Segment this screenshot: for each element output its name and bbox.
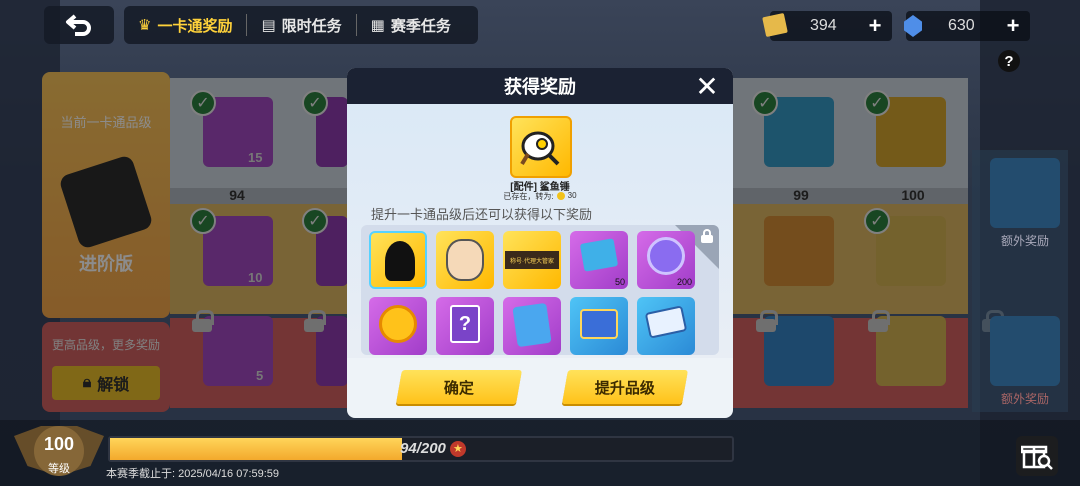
coin-icon — [556, 192, 565, 200]
gem-box-icon — [580, 309, 618, 339]
unlock-button[interactable]: 🔒︎ 解锁 — [52, 366, 160, 400]
stick-figure-icon — [385, 241, 415, 281]
featured-reward[interactable] — [510, 116, 572, 178]
reward-modal: 获得奖励 ✕ [配件] 鲨鱼锤 已存在，转为: 30 提升一卡通品级后还可以获得… — [347, 68, 733, 418]
reward-item[interactable]: ? — [436, 297, 494, 355]
extra-reward-card[interactable] — [990, 158, 1060, 228]
lock-icon — [192, 310, 214, 332]
tier-name: 进阶版 — [79, 254, 133, 274]
xp-progress-fill — [110, 438, 403, 460]
reward-count: 15 — [248, 150, 263, 165]
mystery-card-icon: ? — [450, 305, 480, 343]
level-label: 等级 — [48, 463, 70, 475]
level-number: 100 — [901, 187, 925, 203]
reward-count: 5 — [256, 368, 264, 383]
ticket-icon — [762, 12, 788, 38]
lock-icon — [701, 229, 713, 243]
gift-search-icon — [1021, 445, 1053, 470]
add-ticket-button[interactable]: + — [862, 13, 888, 39]
modal-header: 获得奖励 — [347, 68, 733, 104]
xp-text: 94/200 ★ — [400, 440, 466, 457]
trophy-icon: ♛ — [138, 17, 152, 34]
reward-grid: 称号·代理大管家 50 200 ? — [361, 225, 719, 355]
diamond-currency: 630 + — [904, 11, 1030, 41]
upgrade-tier-button[interactable]: 提升品级 — [562, 370, 688, 404]
lightning-card-icon — [579, 238, 619, 272]
reward-item[interactable] — [436, 231, 494, 289]
level-number: 94 — [229, 187, 245, 203]
tab-season-tasks[interactable]: ▦ 赛季任务 — [357, 6, 465, 44]
reward-item[interactable] — [503, 297, 561, 355]
ticket-stack-icon — [644, 305, 688, 339]
reward-count: 10 — [248, 270, 263, 285]
reward-card[interactable] — [764, 216, 834, 286]
reward-item[interactable] — [637, 297, 695, 355]
blue-cat-card-icon — [512, 302, 552, 348]
extra-reward-label: 额外奖励 — [1000, 234, 1049, 248]
reward-item[interactable] — [369, 231, 427, 289]
lock-icon: 🔒︎ — [82, 374, 92, 391]
check-icon: ✓ — [864, 90, 890, 116]
reward-item[interactable]: 200 — [637, 231, 695, 289]
shark-hammer-icon — [520, 131, 560, 166]
tab-limited-tasks[interactable]: ▤ 限时任务 — [247, 6, 355, 44]
level-number: 99 — [793, 187, 809, 203]
modal-title: 获得奖励 — [504, 77, 576, 97]
lock-icon — [868, 310, 890, 332]
gift-preview-button[interactable] — [1016, 436, 1058, 476]
help-button[interactable]: ? — [998, 50, 1020, 72]
back-arrow-icon — [66, 14, 91, 36]
ticket-currency: 394 + — [762, 11, 892, 41]
higher-tier-text: 更高品级，更多奖励 — [51, 338, 160, 352]
check-icon: ✓ — [864, 208, 890, 234]
title-banner-icon: 称号·代理大管家 — [505, 251, 559, 269]
tab-bar: ♛ 一卡通奖励 ▤ 限时任务 ▦ 赛季任务 — [124, 6, 478, 44]
featured-owned: 已存在，转为: 30 — [503, 191, 577, 201]
close-button[interactable]: ✕ — [693, 70, 721, 102]
purple-star-coin-icon — [647, 237, 685, 275]
reward-item[interactable] — [369, 297, 427, 355]
lock-icon — [304, 310, 326, 332]
back-button[interactable] — [44, 6, 114, 44]
confirm-button[interactable]: 确定 — [396, 370, 522, 404]
xp-progress-bar: 94/200 ★ — [108, 436, 734, 462]
higher-tier-panel: 更高品级，更多奖励 🔒︎ 解锁 — [42, 322, 170, 412]
character-portrait-icon — [446, 239, 484, 281]
current-tier-label: 当前一卡通品级 — [60, 115, 152, 130]
reward-item[interactable] — [570, 297, 628, 355]
tier-card-icon — [58, 154, 154, 250]
level-value: 100 — [43, 434, 75, 454]
level-badge: 100 等级 — [14, 420, 104, 484]
add-diamond-button[interactable]: + — [1000, 13, 1026, 39]
season-end-text: 本赛季截止于: 2025/04/16 07:59:59 — [106, 468, 280, 480]
close-icon: ✕ — [695, 70, 719, 102]
check-icon: ✓ — [190, 90, 216, 116]
check-icon: ✓ — [752, 90, 778, 116]
modal-subtitle: 提升一卡通品级后还可以获得以下奖励 — [371, 207, 593, 222]
check-icon: ✓ — [302, 208, 328, 234]
check-icon: ✓ — [190, 208, 216, 234]
document-icon: ▤ — [261, 17, 276, 34]
lock-icon — [756, 310, 778, 332]
reward-item[interactable]: 称号·代理大管家 — [503, 231, 561, 289]
gold-q-coin-icon — [379, 305, 417, 343]
extra-reward-card[interactable] — [990, 316, 1060, 386]
current-tier-panel: 当前一卡通品级 进阶版 — [42, 72, 170, 318]
star-icon: ★ — [449, 440, 466, 457]
diamond-icon — [904, 15, 922, 37]
clipboard-icon: ▦ — [370, 17, 385, 34]
reward-item[interactable]: 50 — [570, 231, 628, 289]
extra-reward-label: 额外奖励 — [1000, 392, 1049, 406]
check-icon: ✓ — [302, 90, 328, 116]
tab-card-rewards[interactable]: ♛ 一卡通奖励 — [124, 6, 246, 44]
